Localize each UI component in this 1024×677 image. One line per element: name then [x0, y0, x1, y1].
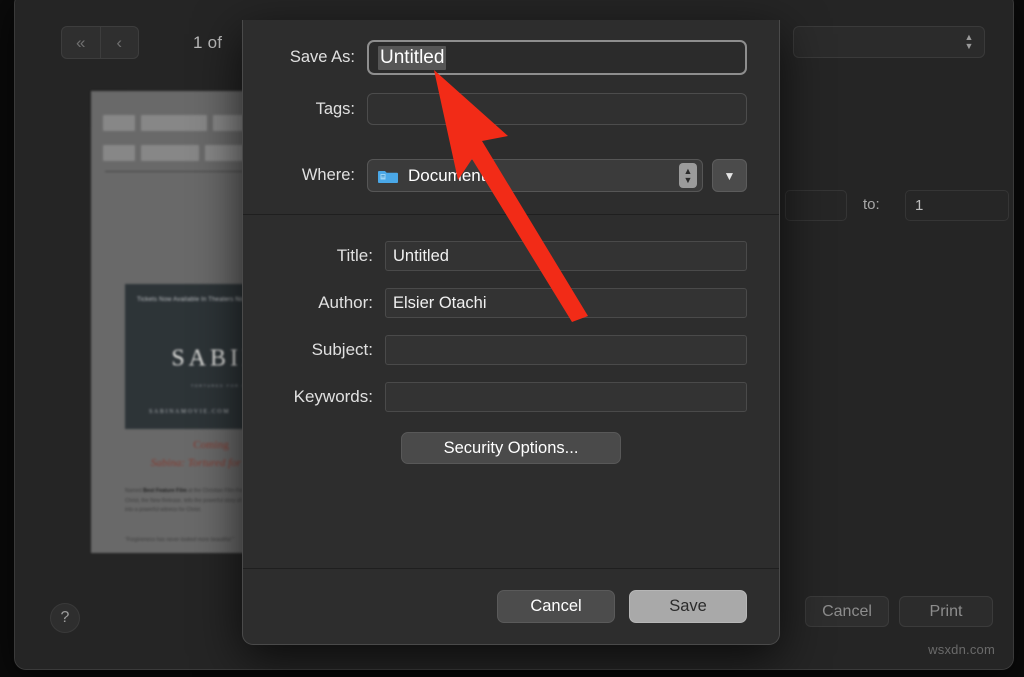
- title-value: Untitled: [393, 246, 449, 265]
- poster-url: SABINAMOVIE.COM: [149, 409, 231, 415]
- save-as-input[interactable]: Untitled: [367, 40, 747, 75]
- author-label: Author:: [318, 293, 373, 312]
- pdf-metadata-section: Title: Untitled Author: Elsier Otachi Su…: [243, 215, 779, 494]
- save-sheet-action-bar: Cancel Save: [243, 568, 779, 644]
- print-cancel-button[interactable]: Cancel: [805, 596, 889, 627]
- subject-row: Subject:: [275, 335, 747, 365]
- where-row: Where: Documents ▲ ▼ ▼: [275, 159, 747, 192]
- preview-text-block: [141, 115, 207, 131]
- page-range-to-value: 1: [915, 197, 924, 214]
- where-value: Documents: [408, 165, 494, 185]
- chevron-down-icon[interactable]: ▼: [712, 159, 747, 192]
- watermark-label: wsxdn.com: [928, 642, 995, 657]
- author-value: Elsier Otachi: [393, 293, 487, 312]
- page-range-from-input[interactable]: [785, 190, 847, 221]
- title-row: Title: Untitled: [275, 241, 747, 271]
- preview-text-block: [141, 145, 199, 161]
- first-page-icon[interactable]: «: [62, 27, 100, 58]
- save-as-row: Save As: Untitled: [275, 40, 747, 75]
- cancel-button[interactable]: Cancel: [497, 589, 615, 623]
- title-input[interactable]: Untitled: [385, 241, 747, 271]
- page-range-to-input[interactable]: 1: [905, 190, 1009, 221]
- preset-popup-button[interactable]: ▲ ▼: [793, 26, 985, 58]
- preview-text-block: [103, 115, 135, 131]
- author-input[interactable]: Elsier Otachi: [385, 288, 747, 318]
- print-cancel-label: Cancel: [822, 602, 872, 620]
- security-options-button[interactable]: Security Options...: [401, 432, 621, 464]
- title-label: Title:: [336, 246, 373, 265]
- where-popup-button[interactable]: Documents ▲ ▼: [367, 159, 703, 192]
- keywords-label: Keywords:: [293, 387, 373, 406]
- screen-root: « ‹ 1 of ▲▼ to: 1 Mov: [0, 0, 1024, 677]
- page-navigation-segmented-control[interactable]: « ‹: [61, 26, 139, 59]
- save-button[interactable]: Save: [629, 589, 747, 623]
- where-label: Where:: [301, 166, 355, 184]
- preview-text-block: [103, 145, 135, 161]
- save-as-sheet: Save As: Untitled Tags: Where: Documents…: [242, 20, 780, 645]
- save-sheet-top-section: Save As: Untitled Tags: Where: Documents…: [243, 20, 779, 214]
- author-row: Author: Elsier Otachi: [275, 288, 747, 318]
- keywords-row: Keywords:: [275, 382, 747, 412]
- print-button-label: Print: [929, 602, 963, 620]
- subject-input[interactable]: [385, 335, 747, 365]
- tags-row: Tags:: [275, 93, 747, 125]
- preview-body-bold: Best Feature Film: [143, 488, 187, 494]
- tags-label: Tags:: [315, 99, 355, 118]
- print-button[interactable]: Print: [899, 596, 993, 627]
- keywords-input[interactable]: [385, 382, 747, 412]
- subject-label: Subject:: [311, 340, 373, 359]
- question-mark-icon: ?: [60, 609, 70, 626]
- help-button[interactable]: ?: [50, 603, 80, 633]
- page-range-to-label: to:: [863, 196, 880, 213]
- save-as-value: Untitled: [378, 45, 447, 70]
- tags-input[interactable]: [367, 93, 747, 125]
- page-counter-label: 1 of: [193, 33, 223, 52]
- up-down-chevron-icon: ▲ ▼: [964, 32, 974, 51]
- up-down-chevron-icon[interactable]: ▲ ▼: [679, 163, 697, 188]
- preview-body-pre: Named: [125, 488, 144, 494]
- previous-page-icon[interactable]: ‹: [99, 27, 139, 58]
- blue-folder-icon: [378, 170, 398, 183]
- save-as-label: Save As:: [289, 48, 355, 66]
